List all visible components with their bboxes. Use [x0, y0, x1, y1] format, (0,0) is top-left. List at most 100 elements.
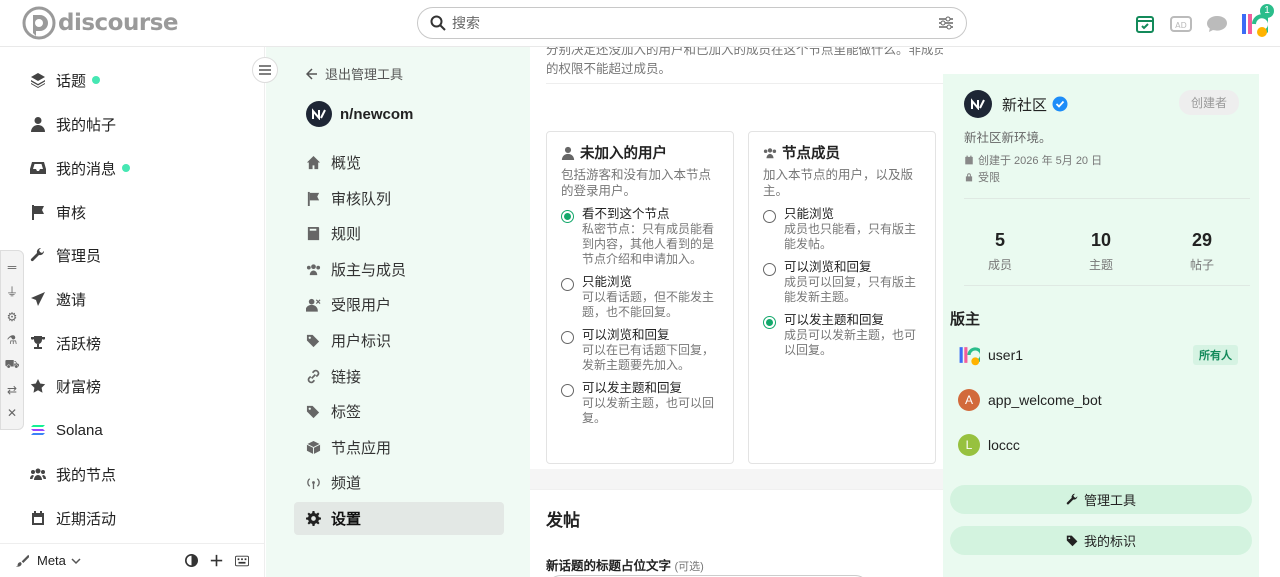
sidebar-item-solana[interactable]: Solana — [30, 418, 103, 442]
keyboard-icon[interactable] — [235, 555, 249, 567]
sidebar-item-recent-activity[interactable]: 近期活动 — [30, 506, 116, 530]
users-icon — [30, 468, 46, 480]
radio-button[interactable] — [561, 331, 574, 344]
exit-admin-link[interactable]: 退出管理工具 — [306, 64, 403, 83]
plug-icon[interactable]: ⏚ — [6, 283, 18, 300]
node-access-level: 受限 — [964, 169, 1000, 185]
cog-icon[interactable]: ⚙ — [7, 310, 18, 324]
optional-hint: (可选) — [674, 561, 704, 573]
admin-menu-user-badges[interactable]: 用户标识 — [294, 324, 504, 357]
discourse-logo-icon — [22, 6, 56, 40]
search-filter-icon[interactable] — [938, 15, 954, 31]
nonmember-option-reply[interactable]: 可以浏览和回复 可以在已有话题下回复，发新主题要先加入。 — [561, 328, 719, 373]
admin-menu-node-apps[interactable]: 节点应用 — [294, 431, 504, 464]
option-label: 可以发主题和回复 — [582, 381, 683, 395]
card-title-text: 节点成员 — [782, 146, 840, 162]
chat-icon[interactable] — [1204, 11, 1230, 37]
meta-selector[interactable]: Meta — [37, 553, 66, 568]
nonmember-option-hidden[interactable]: 看不到这个节点 私密节点：只有成员能看到内容，其他人看到的是节点介绍和申请加入。 — [561, 207, 719, 267]
home-icon — [306, 155, 321, 170]
close-icon[interactable]: ✕ — [7, 406, 17, 420]
owner-badge: 所有人 — [1193, 345, 1238, 365]
nonmember-card-desc: 包括游客和没有加入本节点的登录用户。 — [561, 168, 712, 198]
search-input[interactable] — [452, 15, 938, 31]
sidebar-item-review[interactable]: 审核 — [30, 200, 86, 224]
notification-badge: 1 — [1260, 4, 1274, 18]
sidebar-item-wealth[interactable]: 财富榜 — [30, 374, 101, 398]
route-icon[interactable]: ⇄ — [7, 383, 17, 397]
moderator-item[interactable]: A app_welcome_bot — [958, 389, 1248, 411]
admin-tools-button[interactable]: 管理工具 — [950, 485, 1252, 514]
sidebar-item-leaderboard[interactable]: 活跃榜 — [30, 331, 101, 355]
sidebar-item-admin[interactable]: 管理员 — [30, 243, 101, 267]
site-logo[interactable]: discourse — [22, 6, 178, 40]
admin-menu-rules[interactable]: 规则 — [294, 217, 504, 250]
truck-icon[interactable]: ⛟ — [4, 357, 19, 373]
option-label: 只能浏览 — [784, 207, 835, 221]
sidebar-item-label: 邀请 — [56, 291, 87, 309]
option-desc: 可以看话题，但不能发主题，也不能回复。 — [582, 290, 715, 319]
my-badges-button[interactable]: 我的标识 — [950, 526, 1252, 555]
member-option-post[interactable]: 可以发主题和回复 成员可以发新主题，也可以回复。 — [763, 313, 921, 358]
node-display-name: 新社区 — [1002, 96, 1048, 114]
member-option-reply[interactable]: 可以浏览和回复 成员可以回复，只有版主能发新主题。 — [763, 260, 921, 305]
search-icon — [430, 15, 446, 31]
verified-badge-icon — [1052, 96, 1068, 112]
created-text: 创建于 2026 年 5月 20 日 — [978, 155, 1103, 167]
plus-icon[interactable] — [210, 554, 223, 567]
admin-menu-tags[interactable]: 标签 — [294, 395, 504, 428]
sidebar-item-my-messages[interactable]: 我的消息 — [30, 156, 131, 180]
radio-button[interactable] — [561, 384, 574, 397]
sidebar-item-label: 我的帖子 — [56, 116, 117, 134]
trophy-icon — [31, 336, 45, 349]
radio-button[interactable] — [561, 210, 574, 223]
option-label: 可以浏览和回复 — [784, 260, 872, 274]
option-desc: 私密节点：只有成员能看到内容，其他人看到的是节点介绍和申请加入。 — [582, 222, 715, 266]
divider — [964, 285, 1250, 286]
theme-toggle-icon[interactable] — [185, 554, 198, 567]
admin-menu-label: 审核队列 — [331, 191, 392, 208]
admin-menu-restricted-users[interactable]: 受限用户 — [294, 288, 504, 321]
sidebar-toggle-button[interactable] — [252, 57, 278, 83]
user-avatar[interactable]: 1 — [1240, 4, 1274, 38]
admin-menu-label: 节点应用 — [331, 440, 392, 457]
admin-menu-label: 设置 — [331, 511, 362, 528]
calendar-icon[interactable] — [1132, 11, 1158, 37]
link-icon — [307, 369, 320, 384]
permissions-description: 分别决定还没加入的用户和已加入的成员在这个节点里能做什么。非成员的权限不能超过成… — [546, 47, 943, 76]
admin-menu-channels[interactable]: 频道 — [294, 466, 504, 499]
moderator-item[interactable]: L loccc — [958, 434, 1248, 456]
moderator-item[interactable]: user1 所有人 — [958, 344, 1248, 366]
radio-button[interactable] — [763, 263, 776, 276]
search-bar[interactable] — [417, 7, 967, 39]
avatar: L — [958, 434, 980, 456]
calendar-small-icon — [32, 511, 44, 525]
sidebar-item-invite[interactable]: 邀请 — [30, 287, 86, 311]
sidebar-item-my-posts[interactable]: 我的帖子 — [30, 112, 116, 136]
option-label: 可以发主题和回复 — [784, 313, 885, 327]
sidebar-item-topics[interactable]: 话题 — [30, 68, 101, 92]
member-option-read[interactable]: 只能浏览 成员也只能看，只有版主能发帖。 — [763, 207, 921, 252]
stat-label: 成员 — [987, 258, 1012, 272]
divider — [546, 83, 943, 84]
admin-menu-settings[interactable]: 设置 — [294, 502, 504, 535]
sidebar-item-label: 管理员 — [56, 247, 102, 265]
sidebar-item-my-nodes[interactable]: 我的节点 — [30, 462, 116, 486]
sidebar-item-label: Solana — [56, 421, 103, 439]
admin-menu-review-queue[interactable]: 审核队列 — [294, 182, 504, 215]
logo-text: discourse — [58, 10, 178, 36]
button-label: 我的标识 — [1083, 534, 1136, 549]
ad-icon[interactable]: AD — [1168, 11, 1194, 37]
admin-menu-overview[interactable]: 概览 — [294, 146, 504, 179]
flask-icon[interactable]: ⚗ — [7, 333, 18, 347]
admin-menu-moderators[interactable]: 版主与成员 — [294, 253, 504, 286]
node-created-date: 创建于 2026 年 5月 20 日 — [964, 152, 1102, 168]
radio-button[interactable] — [763, 316, 776, 329]
radio-button[interactable] — [561, 278, 574, 291]
nonmember-option-post[interactable]: 可以发主题和回复 可以发新主题，也可以回复。 — [561, 381, 719, 426]
drag-handle-icon[interactable]: ═ — [8, 260, 17, 274]
nonmember-option-read[interactable]: 只能浏览 可以看话题，但不能发主题，也不能回复。 — [561, 275, 719, 320]
stat-topics: 10 主题 — [1061, 230, 1141, 273]
radio-button[interactable] — [763, 210, 776, 223]
admin-menu-links[interactable]: 链接 — [294, 360, 504, 393]
